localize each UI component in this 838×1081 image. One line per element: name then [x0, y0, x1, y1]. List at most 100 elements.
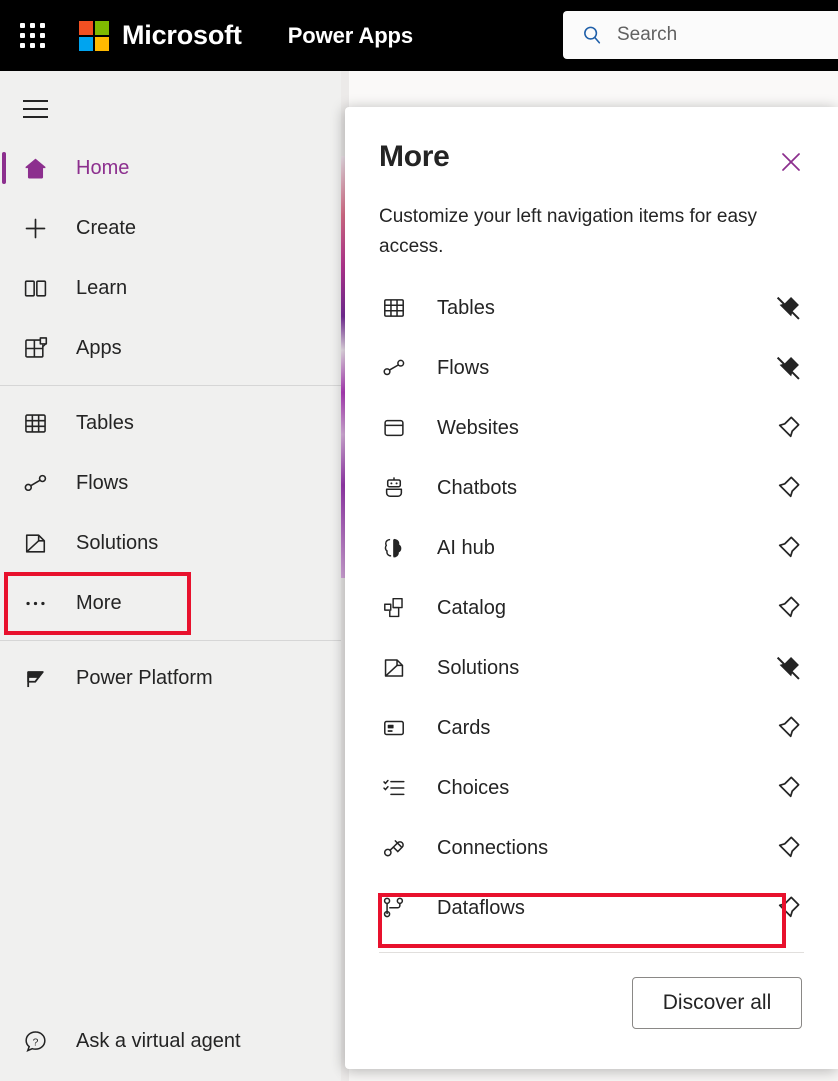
panel-item-dataflows[interactable]: Dataflows	[369, 878, 814, 938]
sidebar-secondary-group: Tables Flows	[0, 393, 341, 633]
sidebar-item-more[interactable]: More	[0, 573, 341, 633]
panel-item-websites[interactable]: Websites	[369, 398, 814, 458]
sidebar-item-solutions[interactable]: Solutions	[0, 513, 341, 573]
left-sidebar: Home Create Learn	[0, 71, 341, 1081]
panel-item-label: Websites	[437, 417, 773, 440]
table-icon	[380, 294, 408, 322]
sidebar-item-label: Power Platform	[76, 667, 213, 690]
sidebar-primary-group: Home Create Learn	[0, 132, 341, 378]
app-title: Power Apps	[288, 23, 413, 49]
sidebar-bottom-group: ? Ask a virtual agent	[0, 1011, 341, 1081]
book-icon	[20, 273, 50, 303]
panel-item-ai-hub[interactable]: AI hub	[369, 518, 814, 578]
sidebar-item-label: Create	[76, 217, 136, 240]
top-navigation-bar: Microsoft Power Apps Search	[0, 0, 838, 71]
question-bubble-icon: ?	[20, 1026, 50, 1056]
discover-all-button[interactable]: Discover all	[632, 977, 802, 1029]
panel-item-catalog[interactable]: Catalog	[369, 578, 814, 638]
flow-icon	[20, 468, 50, 498]
panel-footer: Discover all	[345, 953, 838, 1029]
choices-icon	[380, 774, 408, 802]
power-platform-icon	[20, 663, 50, 693]
ai-brain-icon	[380, 534, 408, 562]
sidebar-tertiary-group: Power Platform	[0, 648, 341, 708]
microsoft-logo-icon	[79, 21, 109, 51]
chatbot-icon	[380, 474, 408, 502]
ellipsis-icon	[20, 588, 50, 618]
sidebar-item-label: Flows	[76, 472, 128, 495]
dataflows-icon	[380, 894, 408, 922]
pin-icon[interactable]	[773, 713, 803, 743]
search-input[interactable]: Search	[563, 11, 838, 59]
pin-off-icon[interactable]	[773, 293, 803, 323]
pin-off-icon[interactable]	[773, 653, 803, 683]
panel-item-list: Tables Flows	[345, 278, 838, 938]
panel-item-label: Choices	[437, 777, 773, 800]
website-icon	[380, 414, 408, 442]
panel-item-label: Dataflows	[437, 897, 773, 920]
panel-item-label: Tables	[437, 297, 773, 320]
sidebar-item-learn[interactable]: Learn	[0, 258, 341, 318]
panel-item-chatbots[interactable]: Chatbots	[369, 458, 814, 518]
search-placeholder-text: Search	[617, 24, 677, 46]
search-icon	[581, 24, 603, 46]
panel-item-label: Flows	[437, 357, 773, 380]
sidebar-item-tables[interactable]: Tables	[0, 393, 341, 453]
panel-item-label: Cards	[437, 717, 773, 740]
pin-off-icon[interactable]	[773, 353, 803, 383]
sidebar-item-apps[interactable]: Apps	[0, 318, 341, 378]
panel-item-connections[interactable]: Connections	[369, 818, 814, 878]
panel-item-label: AI hub	[437, 537, 773, 560]
flow-icon	[380, 354, 408, 382]
panel-item-cards[interactable]: Cards	[369, 698, 814, 758]
panel-title: More	[379, 140, 449, 174]
sidebar-item-ask-virtual-agent[interactable]: ? Ask a virtual agent	[0, 1011, 341, 1071]
sidebar-item-power-platform[interactable]: Power Platform	[0, 648, 341, 708]
svg-text:?: ?	[32, 1037, 38, 1048]
cards-icon	[380, 714, 408, 742]
sidebar-item-label: Tables	[76, 412, 134, 435]
app-launcher-icon[interactable]	[18, 21, 48, 51]
sidebar-item-label: More	[76, 592, 122, 615]
sidebar-item-home[interactable]: Home	[0, 138, 341, 198]
table-icon	[20, 408, 50, 438]
connections-icon	[380, 834, 408, 862]
sidebar-divider	[0, 385, 341, 386]
panel-item-label: Connections	[437, 837, 773, 860]
close-icon[interactable]	[774, 145, 808, 179]
catalog-icon	[380, 594, 408, 622]
pin-icon[interactable]	[773, 773, 803, 803]
sidebar-item-flows[interactable]: Flows	[0, 453, 341, 513]
solutions-icon	[20, 528, 50, 558]
panel-item-label: Catalog	[437, 597, 773, 620]
solutions-icon	[380, 654, 408, 682]
apps-icon	[20, 333, 50, 363]
more-panel: More Customize your left navigation item…	[345, 107, 838, 1069]
panel-item-tables[interactable]: Tables	[369, 278, 814, 338]
home-icon	[20, 153, 50, 183]
sidebar-item-label: Solutions	[76, 532, 158, 555]
pin-icon[interactable]	[773, 893, 803, 923]
sidebar-item-label: Learn	[76, 277, 127, 300]
pin-icon[interactable]	[773, 473, 803, 503]
panel-item-choices[interactable]: Choices	[369, 758, 814, 818]
sidebar-item-label: Home	[76, 157, 129, 180]
panel-item-flows[interactable]: Flows	[369, 338, 814, 398]
panel-item-solutions[interactable]: Solutions	[369, 638, 814, 698]
plus-icon	[20, 213, 50, 243]
hamburger-icon[interactable]	[12, 86, 58, 132]
panel-item-label: Solutions	[437, 657, 773, 680]
sidebar-item-label: Apps	[76, 337, 122, 360]
pin-icon[interactable]	[773, 533, 803, 563]
active-indicator	[2, 152, 6, 184]
panel-item-label: Chatbots	[437, 477, 773, 500]
panel-header: More	[345, 107, 838, 179]
pin-icon[interactable]	[773, 593, 803, 623]
brand-name: Microsoft	[122, 20, 242, 51]
sidebar-item-create[interactable]: Create	[0, 198, 341, 258]
sidebar-item-label: Ask a virtual agent	[76, 1030, 241, 1053]
sidebar-divider	[0, 640, 341, 641]
pin-icon[interactable]	[773, 833, 803, 863]
panel-description: Customize your left navigation items for…	[345, 179, 838, 262]
pin-icon[interactable]	[773, 413, 803, 443]
